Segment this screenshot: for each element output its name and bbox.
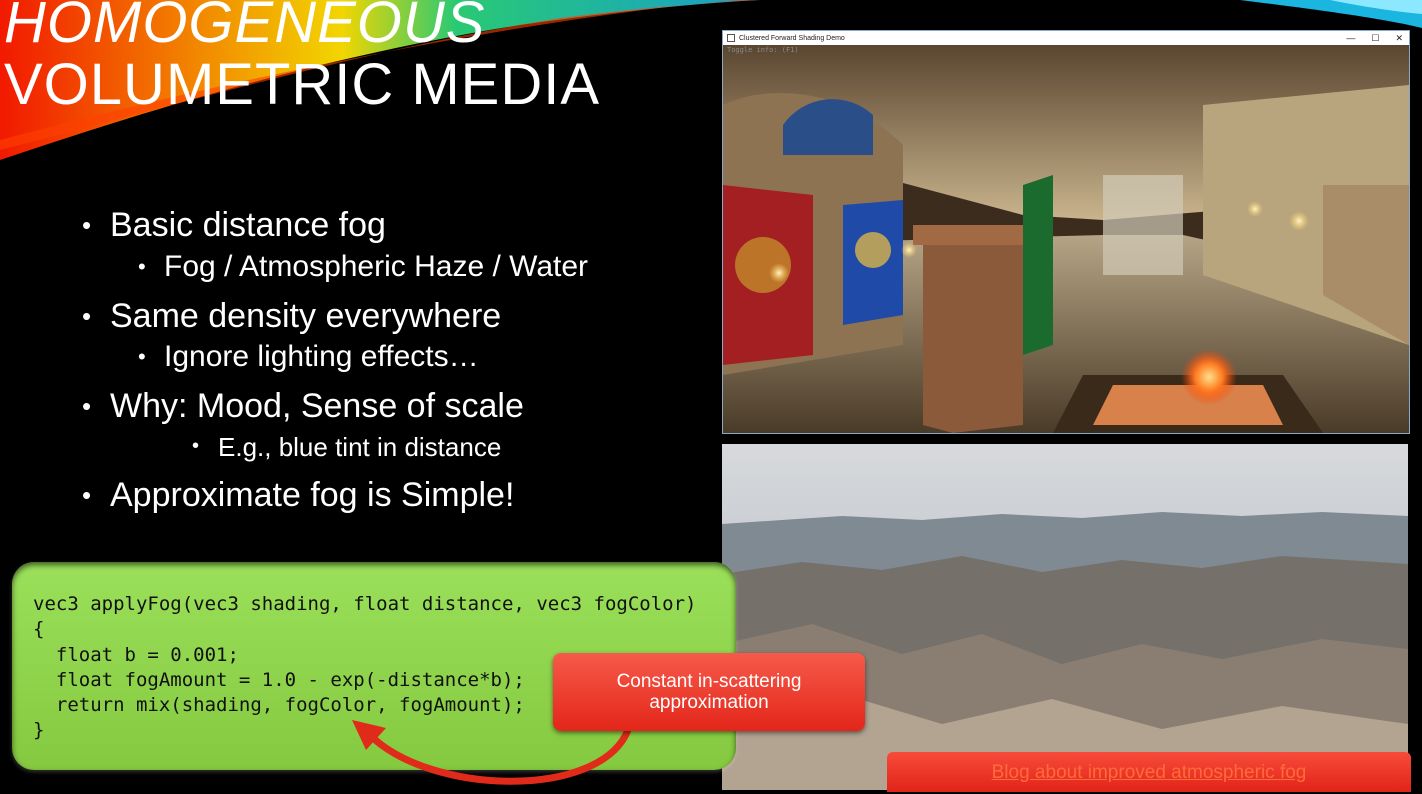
demo-window: Clustered Forward Shading Demo — ☐ ✕ Tog… <box>722 30 1410 434</box>
bullet-item: Basic distance fog <box>82 206 386 245</box>
bullet-item: Approximate fog is Simple! <box>82 476 514 515</box>
callout-text: Constant in-scattering approximation <box>616 671 802 713</box>
bullet-item: Same density everywhere <box>82 297 501 336</box>
code-line: float fogAmount = 1.0 - exp(-distance*b)… <box>33 668 525 691</box>
title-line-2: VOLUMETRIC MEDIA <box>4 52 601 117</box>
terrain-render <box>722 444 1408 790</box>
maximize-icon[interactable]: ☐ <box>1371 31 1379 45</box>
window-title: Clustered Forward Shading Demo <box>739 34 845 42</box>
blog-link[interactable]: Blog about improved atmospheric fog <box>992 762 1307 783</box>
code-line: vec3 applyFog(vec3 shading, float distan… <box>33 593 697 615</box>
window-title-bar: Clustered Forward Shading Demo — ☐ ✕ <box>723 31 1409 45</box>
app-icon <box>727 34 735 42</box>
minimize-icon[interactable]: — <box>1346 31 1355 45</box>
bullet-item: Ignore lighting effects… <box>138 340 479 374</box>
bullet-item: Fog / Atmospheric Haze / Water <box>138 250 588 284</box>
title-line-1: HOMOGENEOUS <box>4 0 486 55</box>
slide-title: HOMOGENEOUS VOLUMETRIC MEDIA <box>4 0 600 114</box>
bullet-item: Why: Mood, Sense of scale <box>82 387 524 426</box>
code-line: float b = 0.001; <box>33 643 239 666</box>
callout-box: Constant in-scattering approximation <box>553 653 865 731</box>
overlay-text: Toggle info: (F1) <box>727 46 799 54</box>
close-icon[interactable]: ✕ <box>1395 31 1403 45</box>
sponza-render <box>723 45 1409 433</box>
code-line: { <box>33 618 45 641</box>
bullet-item: E.g., blue tint in distance <box>192 432 501 463</box>
code-line: } <box>33 719 45 742</box>
blog-link-button[interactable]: Blog about improved atmospheric fog <box>887 752 1411 792</box>
